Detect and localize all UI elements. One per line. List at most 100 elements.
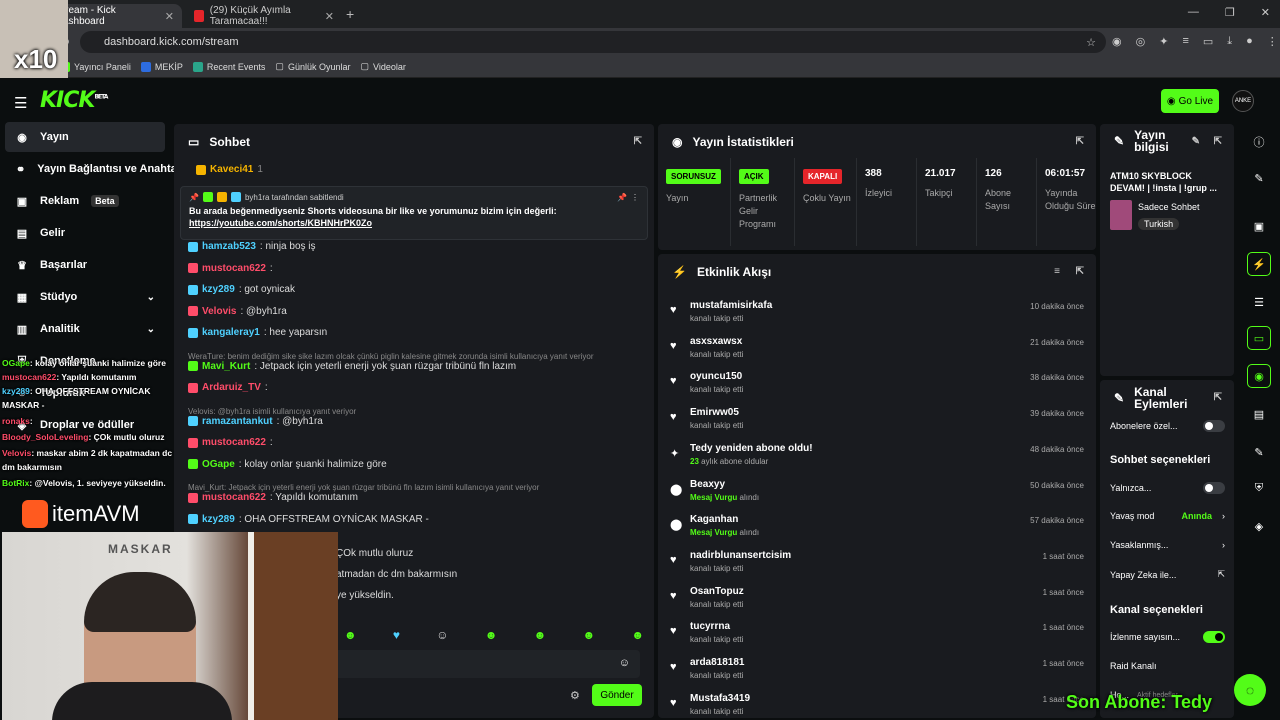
bookmark-star-icon[interactable]: ☆ xyxy=(1086,36,1096,49)
avatar[interactable]: ANKE xyxy=(1232,90,1254,112)
extension-icon[interactable]: ◉ xyxy=(1112,35,1122,48)
gift-icon[interactable]: ◈ xyxy=(1247,514,1271,538)
activity-item[interactable]: ♥ arda818181 kanalı takip etti 1 saat önce xyxy=(658,653,1096,689)
viewer-count-row[interactable]: İzlenme sayısın... xyxy=(1110,631,1225,643)
popout-icon[interactable]: ⇱ xyxy=(1214,392,1222,404)
sidebar-item-basarilar[interactable]: ♛ Başarılar xyxy=(5,250,165,280)
activity-item[interactable]: ✦ Tedy yeniden abone oldu! 23 aylık abone … xyxy=(658,439,1096,475)
go-live-button[interactable]: ◉ Go Live xyxy=(1161,89,1219,113)
activity-item[interactable]: ♥ Mustafa3419 kanalı takip etti 1 saat önce xyxy=(658,689,1096,718)
emoji-picker-icon[interactable]: ☺ xyxy=(619,657,630,669)
bookmark-folder[interactable]: ▢ Günlük Oyunlar xyxy=(275,61,350,72)
chat-settings-icon[interactable]: ⚙ xyxy=(570,689,580,702)
kick-logo[interactable]: KICKBETA xyxy=(40,88,108,113)
chat-username[interactable]: Velovis xyxy=(202,306,236,317)
only-row[interactable]: Yalnızca... xyxy=(1110,482,1225,494)
chat-username[interactable]: kzy289 xyxy=(202,514,235,525)
minimize-icon[interactable]: — xyxy=(1188,6,1199,19)
emote-icon[interactable]: ☻ xyxy=(485,628,498,642)
lightning-icon[interactable]: ⚡ xyxy=(1247,252,1271,276)
emote-icon[interactable]: ☻ xyxy=(344,628,357,642)
sidebar-item-gelir[interactable]: ▤ Gelir xyxy=(5,218,165,248)
raid-row[interactable]: Raid Kanalı xyxy=(1110,661,1225,671)
moderation-icon[interactable]: ⛨ xyxy=(1247,476,1271,500)
layout-icon[interactable]: ▤ xyxy=(1247,402,1271,426)
activity-item[interactable]: ⬤ Kaganhan Mesaj Vurgu alındı 57 dakika önc… xyxy=(658,510,1096,546)
close-window-icon[interactable]: ✕ xyxy=(1261,6,1270,19)
close-tab-icon[interactable]: ✕ xyxy=(165,10,174,23)
chat-username[interactable]: Mavi_Kurt xyxy=(202,361,250,372)
puzzle-icon[interactable]: ✦ xyxy=(1159,35,1168,48)
bookmark-item[interactable]: Recent Events xyxy=(192,61,265,72)
emote-icon[interactable]: ☻ xyxy=(534,628,547,642)
more-options-icon[interactable]: ⋮ xyxy=(631,193,639,202)
close-tab-icon[interactable]: ✕ xyxy=(325,10,334,23)
maximize-icon[interactable]: ❐ xyxy=(1225,6,1235,19)
chat-icon[interactable]: ▭ xyxy=(1247,326,1271,350)
viewer-count-toggle[interactable] xyxy=(1203,631,1225,643)
sidebar-item-studyo[interactable]: ▦ Stüdyo ⌄ xyxy=(5,282,165,312)
bookmark-folder[interactable]: ▢ Videolar xyxy=(360,61,405,72)
popout-icon[interactable]: ⇱ xyxy=(1076,266,1084,277)
subs-only-toggle[interactable] xyxy=(1203,420,1225,432)
unpin-icon[interactable]: 📌 xyxy=(617,193,627,202)
activity-item[interactable]: ♥ Emirww05 kanalı takip etti 39 dakika önce xyxy=(658,403,1096,439)
slow-mode-row[interactable]: Yavaş mod Anında › xyxy=(1110,511,1225,521)
sidebar-item-analitik[interactable]: ▥ Analitik ⌄ xyxy=(5,314,165,344)
activity-item[interactable]: ♥ nadirblunansertcisim kanalı takip etti 1 … xyxy=(658,546,1096,582)
support-chat-icon[interactable]: ◌ xyxy=(1234,674,1266,706)
stats-icon[interactable]: ▣ xyxy=(1247,214,1271,238)
edit-icon[interactable]: ✎ xyxy=(1192,136,1200,148)
bookmark-item[interactable]: Yayıncı Paneli xyxy=(60,61,131,72)
menu-icon[interactable]: ≡ xyxy=(1182,35,1188,48)
pinned-link[interactable]: https://youtube.com/shorts/KBHNHrPK0Zo xyxy=(189,218,639,228)
wrench-icon[interactable]: ✎ xyxy=(1247,440,1271,464)
chat-username[interactable]: mustocan622 xyxy=(202,263,266,274)
broadcast-icon[interactable]: ◉ xyxy=(1247,364,1271,388)
popout-icon[interactable]: ⇱ xyxy=(1214,136,1222,148)
emote-icon[interactable]: ☻ xyxy=(631,628,644,642)
banned-row[interactable]: Yasaklanmış... › xyxy=(1110,540,1225,550)
hamburger-menu-icon[interactable]: ☰ xyxy=(14,94,27,112)
filter-icon[interactable]: ≡ xyxy=(1054,266,1060,277)
activity-item[interactable]: ♥ OsanTopuz kanalı takip etti 1 saat önce xyxy=(658,582,1096,618)
more-icon[interactable]: ⋮ xyxy=(1267,35,1278,48)
address-bar[interactable]: dashboard.kick.com/stream ☆ xyxy=(80,31,1106,53)
chat-username[interactable]: hamzab523 xyxy=(202,241,256,252)
sidebar-item-reklam[interactable]: ▣ Reklam Beta xyxy=(5,186,165,216)
info-icon[interactable]: ⓘ xyxy=(1247,130,1271,154)
emote-icon[interactable]: ☺ xyxy=(436,628,448,642)
send-button[interactable]: Gönder xyxy=(592,684,642,706)
popout-icon[interactable]: ⇱ xyxy=(1076,136,1084,147)
profile-icon[interactable]: ● xyxy=(1246,35,1253,48)
sidebar-item-yayin[interactable]: ◉ Yayın xyxy=(5,122,165,152)
sidebar-item-stream-key[interactable]: ⚭ Yayın Bağlantısı ve Anahtar xyxy=(5,154,181,184)
chat-username[interactable]: kzy289 xyxy=(202,284,235,295)
chat-username[interactable]: mustocan622 xyxy=(202,492,266,503)
ai-row[interactable]: Yapay Zeka ile... ⇱ xyxy=(1110,569,1225,580)
popout-icon[interactable]: ⇱ xyxy=(634,136,642,147)
activity-item[interactable]: ♥ tucyrrna kanalı takip etti 1 saat önce xyxy=(658,617,1096,653)
sidepanel-icon[interactable]: ▭ xyxy=(1203,35,1213,48)
chat-username[interactable]: Ardaruiz_TV xyxy=(202,382,261,393)
extension-icon[interactable]: ◎ xyxy=(1136,35,1146,48)
bookmark-item[interactable]: MEKİP xyxy=(140,61,183,72)
chat-input[interactable]: ☺ xyxy=(314,650,640,678)
new-tab-icon[interactable]: + xyxy=(346,6,354,22)
emote-icon[interactable]: ☻ xyxy=(582,628,595,642)
activity-item[interactable]: ♥ mustafamisirkafa kanalı takip etti 10 dak… xyxy=(658,296,1096,332)
chat-username[interactable]: kangaleray1 xyxy=(202,327,260,338)
activity-item[interactable]: ⬤ Beaxyy Mesaj Vurgu alındı 50 dakika önce xyxy=(658,475,1096,511)
activity-item[interactable]: ♥ asxsxawsx kanalı takip etti 21 dakika önc… xyxy=(658,332,1096,368)
chat-username[interactable]: ramazantankut xyxy=(202,416,273,427)
tab-youtube[interactable]: (29) Küçük Ayımla Taramacaa!!! ✕ xyxy=(186,4,342,28)
subs-only-row[interactable]: Abonelere özel... xyxy=(1110,420,1225,432)
activity-item[interactable]: ♥ oyuncu150 kanalı takip etti 38 dakika önc… xyxy=(658,367,1096,403)
list-icon[interactable]: ☰ xyxy=(1247,290,1271,314)
edit-icon[interactable]: ✎ xyxy=(1247,166,1271,190)
heart-emote-icon[interactable]: ♥ xyxy=(393,628,400,642)
chat-username[interactable]: OGape xyxy=(202,459,235,470)
only-toggle[interactable] xyxy=(1203,482,1225,494)
chat-username[interactable]: mustocan622 xyxy=(202,437,266,448)
download-icon[interactable]: ⤓ xyxy=(1227,35,1232,48)
